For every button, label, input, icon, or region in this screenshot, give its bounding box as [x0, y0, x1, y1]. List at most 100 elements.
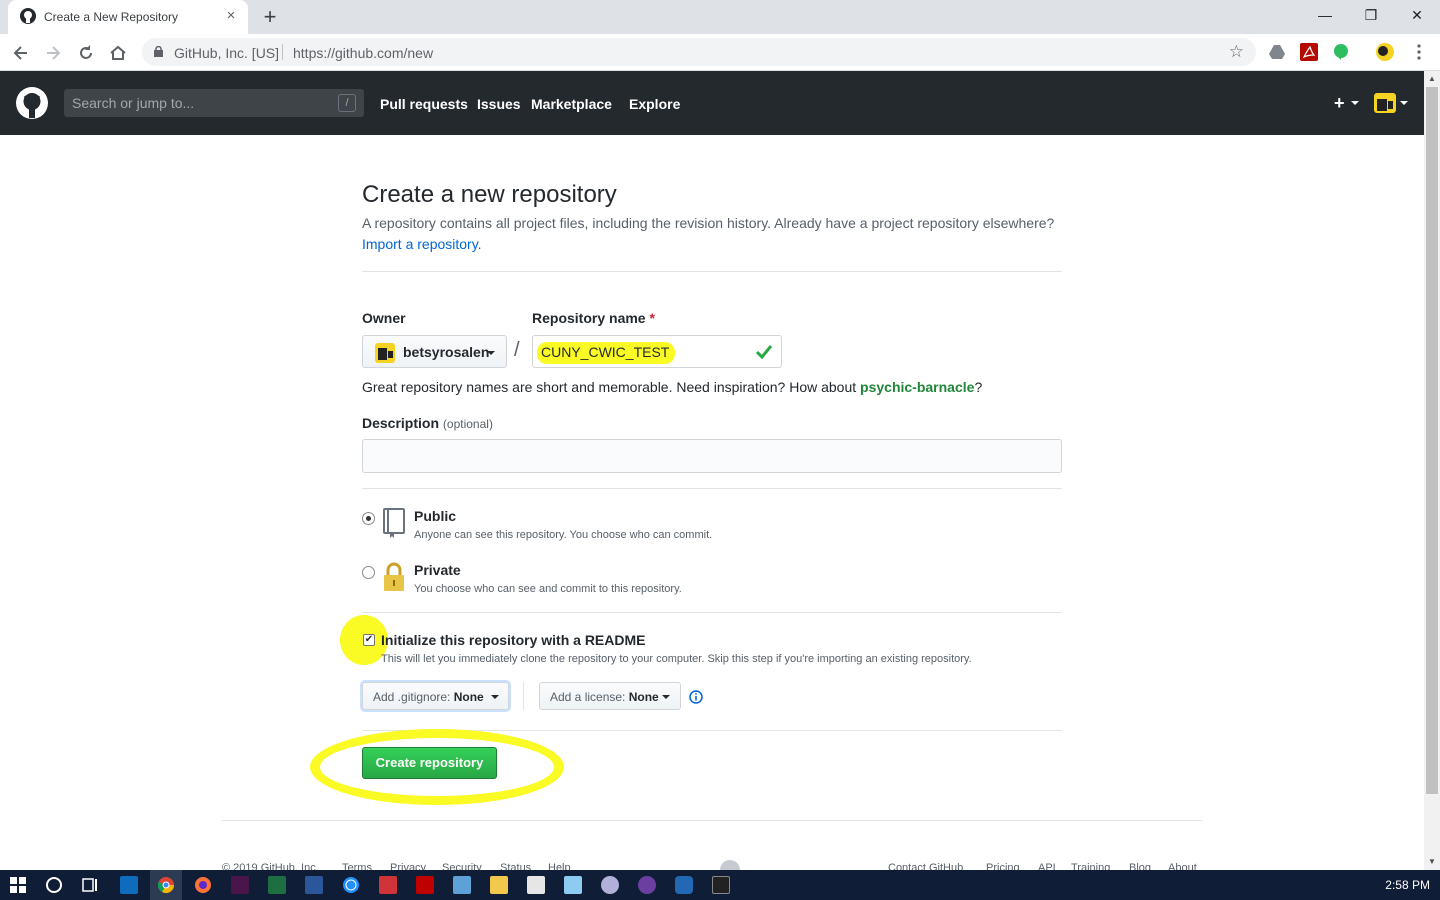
scroll-down-arrow-icon[interactable]: ▼ — [1424, 854, 1440, 870]
owner-repo-separator: / — [514, 339, 520, 361]
remote-desktop-icon[interactable] — [453, 876, 471, 894]
word-icon[interactable] — [305, 876, 323, 894]
select-divider — [523, 682, 524, 710]
lock-icon — [384, 562, 404, 591]
plus-caret-icon[interactable] — [1351, 101, 1359, 105]
forward-arrow-icon[interactable] — [40, 40, 66, 66]
nav-marketplace[interactable]: Marketplace — [531, 96, 612, 112]
bookmark-star-icon[interactable]: ☆ — [1229, 42, 1244, 62]
chrome-icon[interactable] — [157, 876, 175, 894]
repo-name-label-text: Repository name — [532, 310, 646, 326]
nav-explore[interactable]: Explore — [629, 96, 680, 112]
create-new-plus-icon[interactable]: + — [1334, 93, 1345, 114]
private-title: Private — [414, 562, 461, 578]
github-logo-icon[interactable] — [16, 87, 48, 119]
create-repository-button[interactable]: Create repository — [362, 747, 497, 779]
calculator-icon[interactable] — [527, 876, 545, 894]
file-explorer-icon[interactable] — [490, 876, 508, 894]
url-text[interactable]: https://github.com/new — [293, 45, 433, 61]
valid-check-icon — [755, 345, 773, 360]
page-lead-text: A repository contains all project files,… — [362, 215, 1055, 231]
excel-icon[interactable] — [268, 876, 286, 894]
address-bar[interactable]: GitHub, Inc. [US] https://github.com/new… — [142, 38, 1256, 66]
globe-app-icon[interactable] — [342, 876, 360, 894]
filezilla-icon[interactable] — [416, 876, 434, 894]
gitignore-value: None — [453, 690, 484, 704]
description-label-text: Description — [362, 415, 440, 431]
footer-github-logo-icon[interactable] — [720, 860, 740, 870]
divider — [362, 271, 1062, 272]
browser-tab-strip: Create a New Repository × + — ❐ ✕ — [0, 0, 1440, 34]
github-header: Search or jump to... / Pull requests Iss… — [0, 71, 1424, 135]
close-window-button[interactable]: ✕ — [1394, 0, 1440, 30]
nav-issues[interactable]: Issues — [477, 96, 521, 112]
hint-prefix: Great repository names are short and mem… — [362, 379, 861, 395]
license-caret-icon — [662, 695, 670, 699]
license-value: None — [628, 690, 659, 704]
gitignore-prefix: Add .gitignore: — [373, 690, 451, 704]
taskbar-clock[interactable]: 2:58 PM — [1385, 878, 1430, 892]
page-title: Create a new repository — [362, 181, 617, 208]
search-input[interactable]: Search or jump to... / — [64, 89, 364, 117]
optional-tag: (optional) — [442, 417, 493, 431]
public-radio[interactable] — [362, 512, 375, 525]
app-icon[interactable] — [601, 876, 619, 894]
search-placeholder: Search or jump to... — [72, 95, 195, 111]
github-favicon-icon — [20, 8, 36, 24]
app-icon[interactable] — [638, 876, 656, 894]
readme-checkbox[interactable]: ✔ — [363, 634, 375, 646]
new-tab-button[interactable]: + — [258, 6, 282, 28]
minimize-button[interactable]: — — [1302, 0, 1348, 30]
windows-start-icon[interactable] — [9, 876, 27, 894]
drive-extension-icon[interactable] — [1268, 43, 1286, 61]
owner-select[interactable]: betsyrosalen — [362, 335, 507, 368]
license-prefix: Add a license: — [550, 690, 626, 704]
gitignore-select[interactable]: Add .gitignore: None — [362, 682, 509, 710]
description-label: Description (optional) — [362, 415, 493, 431]
reload-icon[interactable] — [73, 40, 99, 66]
slack-icon[interactable] — [231, 876, 249, 894]
home-icon[interactable] — [105, 40, 131, 66]
maximize-button[interactable]: ❐ — [1348, 0, 1394, 30]
nav-pull-requests[interactable]: Pull requests — [380, 96, 468, 112]
description-input[interactable] — [362, 439, 1062, 473]
evernote-extension-icon[interactable] — [1332, 43, 1350, 61]
import-repository-link[interactable]: Import a repository. — [362, 236, 482, 252]
scrollbar-thumb[interactable] — [1426, 87, 1438, 794]
private-radio[interactable] — [362, 566, 375, 579]
outlook-icon[interactable] — [120, 876, 138, 894]
required-mark: * — [649, 310, 655, 326]
repository-name-input[interactable]: CUNY_CWIC_TEST — [532, 335, 782, 368]
name-hint: Great repository names are short and mem… — [362, 379, 982, 395]
windows-taskbar: 2:58 PM — [0, 870, 1440, 900]
settings-app-icon[interactable] — [379, 876, 397, 894]
license-select[interactable]: Add a license: None — [539, 682, 681, 710]
tab-close-icon[interactable]: × — [222, 7, 240, 25]
site-identity: GitHub, Inc. [US] — [174, 45, 280, 61]
cortana-search-icon[interactable] — [45, 876, 63, 894]
profile-avatar-icon[interactable] — [1376, 43, 1394, 61]
tab-title: Create a New Repository — [44, 10, 179, 24]
r-app-icon[interactable] — [675, 876, 693, 894]
info-icon[interactable] — [689, 690, 703, 704]
lock-icon — [154, 46, 163, 57]
firefox-icon[interactable] — [194, 876, 212, 894]
repo-name-label: Repository name * — [532, 310, 655, 326]
owner-label: Owner — [362, 310, 406, 326]
repo-book-icon — [383, 508, 405, 538]
task-view-icon[interactable] — [81, 876, 99, 894]
acrobat-extension-icon[interactable] — [1300, 43, 1318, 61]
browser-tab[interactable]: Create a New Repository × — [8, 0, 248, 34]
private-note: You choose who can see and commit to thi… — [414, 583, 682, 595]
owner-caret-icon — [487, 351, 495, 355]
readme-note: This will let you immediately clone the … — [381, 653, 972, 665]
notepad-icon[interactable] — [564, 876, 582, 894]
suggested-name-link[interactable]: psychic-barnacle — [860, 379, 974, 395]
command-prompt-icon[interactable] — [712, 876, 730, 894]
user-avatar[interactable] — [1374, 93, 1396, 113]
scroll-up-arrow-icon[interactable]: ▲ — [1424, 71, 1440, 87]
back-arrow-icon[interactable] — [8, 40, 34, 66]
divider — [362, 612, 1062, 613]
avatar-caret-icon[interactable] — [1400, 101, 1408, 105]
chrome-menu-icon[interactable] — [1410, 43, 1428, 61]
